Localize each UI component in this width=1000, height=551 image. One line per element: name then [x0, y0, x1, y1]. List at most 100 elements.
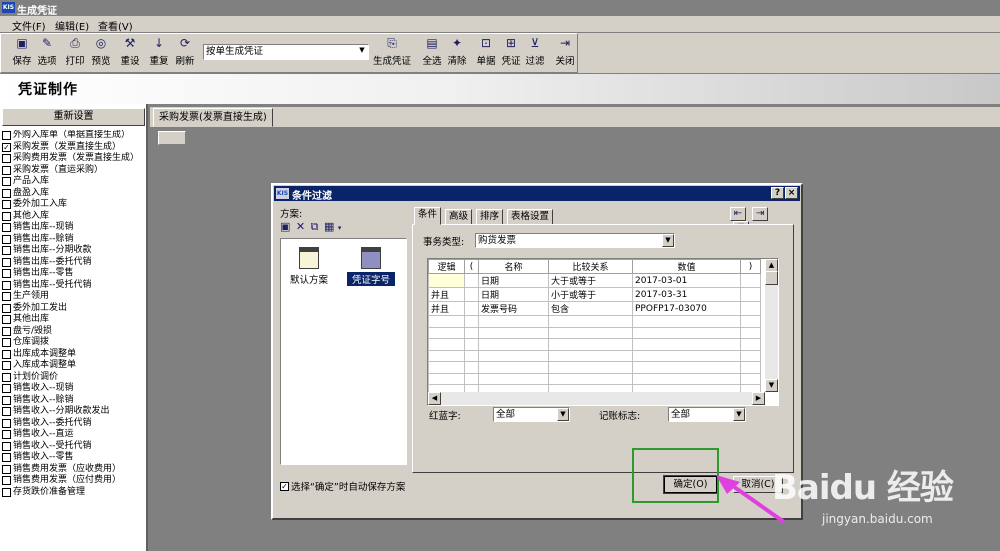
table-row[interactable]: 日期 大于或等于 2017-03-01 [428, 273, 761, 288]
preview-button[interactable]: ◎ 预览 [89, 36, 113, 70]
menu-view[interactable]: 查看(V) [98, 18, 133, 33]
table-cell[interactable] [478, 372, 549, 385]
grid-header[interactable]: ) [740, 259, 761, 274]
sidebar-item[interactable]: 出库成本调整单 [2, 349, 148, 361]
table-cell[interactable] [740, 372, 761, 385]
sidebar-item[interactable]: 外购入库单（单据直接生成） [2, 130, 148, 142]
sidebar-item[interactable]: 其他出库 [2, 314, 148, 326]
table-row[interactable]: 并且 发票号码 包含 PPOFP17-03070 [428, 301, 761, 316]
sidebar-item[interactable]: 销售费用发票（应收费用） [2, 464, 148, 476]
table-cell[interactable] [632, 361, 741, 374]
delete-scheme-icon[interactable]: ✕ [296, 220, 305, 233]
menu-file[interactable]: 文件(F) [12, 18, 46, 33]
table-cell[interactable]: 2017-03-31 [632, 287, 741, 302]
table-cell[interactable] [464, 301, 479, 316]
checkbox[interactable] [2, 349, 11, 359]
table-view-icon[interactable]: ▦ [324, 220, 334, 233]
table-cell[interactable] [428, 315, 465, 328]
menu-edit[interactable]: 编辑(E) [55, 18, 89, 33]
sidebar-item[interactable]: 盘盈入库 [2, 188, 148, 200]
table-cell[interactable] [632, 326, 741, 339]
chevron-down-icon[interactable]: ▼ [733, 408, 745, 421]
checkbox[interactable] [2, 246, 11, 256]
grid-header[interactable]: 逻辑 [428, 259, 465, 274]
table-row[interactable] [428, 372, 761, 385]
reset-button[interactable]: ⚒ 重设 [118, 36, 142, 70]
table-cell[interactable] [632, 315, 741, 328]
checkbox[interactable] [2, 292, 11, 302]
checkbox[interactable] [2, 407, 11, 417]
append-row-icon[interactable]: ⇥ [752, 207, 769, 221]
table-cell[interactable] [478, 349, 549, 362]
clear-button[interactable]: ✦ 清除 [445, 36, 469, 70]
table-cell[interactable] [464, 361, 479, 374]
checkbox[interactable] [2, 154, 11, 164]
checkbox[interactable] [2, 418, 11, 428]
table-row[interactable] [428, 361, 761, 374]
table-cell[interactable]: 小于或等于 [548, 287, 633, 302]
table-cell[interactable] [428, 326, 465, 339]
table-row[interactable] [428, 349, 761, 362]
sidebar-item[interactable]: 销售收入--直运 [2, 429, 148, 441]
sidebar-item[interactable]: 产品入库 [2, 176, 148, 188]
scroll-right-icon[interactable]: ▶ [752, 392, 765, 405]
table-cell[interactable] [548, 315, 633, 328]
table-cell[interactable]: 日期 [478, 273, 549, 288]
repeat-button[interactable]: ↓ 重复 [147, 36, 171, 70]
sidebar-item[interactable]: 销售收入--零售 [2, 452, 148, 464]
document-button[interactable]: ⊡ 单据 [474, 36, 498, 70]
checkbox[interactable] [2, 361, 11, 371]
table-cell[interactable] [428, 349, 465, 362]
scroll-left-icon[interactable]: ◀ [428, 392, 441, 405]
grid-header[interactable]: 比较关系 [548, 259, 633, 274]
table-cell[interactable] [464, 338, 479, 351]
sub-tab[interactable] [158, 131, 186, 145]
table-cell[interactable]: 大于或等于 [548, 273, 633, 288]
table-cell[interactable] [632, 338, 741, 351]
table-cell[interactable]: 日期 [478, 287, 549, 302]
business-type-select[interactable]: 购货发票 ▼ [475, 233, 675, 248]
save-scheme-icon[interactable]: ▣ [280, 220, 290, 233]
checkbox[interactable] [2, 303, 11, 313]
checkbox[interactable] [2, 257, 11, 267]
table-cell[interactable] [464, 349, 479, 362]
table-cell[interactable] [428, 361, 465, 374]
sidebar-item[interactable]: ✓ 采购发票（发票直接生成） [2, 142, 148, 154]
scheme-voucher-number[interactable]: 凭证字号 [347, 247, 395, 286]
table-cell[interactable] [548, 361, 633, 374]
scheme-default[interactable]: 默认方案 [285, 247, 333, 286]
sidebar-item[interactable]: 计划价调价 [2, 372, 148, 384]
options-button[interactable]: ✎ 选项 [35, 36, 59, 70]
autosave-option[interactable]: ✓ 选择“确定”时自动保存方案 [280, 479, 405, 493]
table-cell[interactable]: 发票号码 [478, 301, 549, 316]
reset-settings-button[interactable]: 重新设置 [2, 108, 145, 126]
sidebar-item[interactable]: 销售收入--受托代销 [2, 441, 148, 453]
chevron-down-icon[interactable]: ▼ [662, 234, 674, 247]
print-button[interactable]: ⎙ 打印 [64, 36, 86, 70]
table-cell[interactable] [632, 372, 741, 385]
sidebar-item[interactable]: 仓库调拨 [2, 337, 148, 349]
table-cell[interactable] [740, 301, 761, 316]
table-cell[interactable] [478, 361, 549, 374]
autosave-checkbox[interactable]: ✓ [280, 481, 289, 491]
close-button[interactable]: ⇥ 关闭 [553, 36, 577, 70]
grid-header[interactable]: 数值 [632, 259, 741, 274]
table-cell[interactable] [740, 361, 761, 374]
table-cell[interactable]: PPOFP17-03070 [632, 301, 741, 316]
checkbox[interactable] [2, 395, 11, 405]
sidebar-item[interactable]: 销售出库--受托代销 [2, 280, 148, 292]
checkbox[interactable] [2, 476, 11, 486]
refresh-button[interactable]: ⟳ 刷新 [173, 36, 197, 70]
scroll-down-icon[interactable]: ▼ [765, 379, 778, 392]
table-cell[interactable] [740, 326, 761, 339]
table-cell[interactable] [740, 287, 761, 302]
checkbox[interactable] [2, 430, 11, 440]
table-cell[interactable] [428, 372, 465, 385]
table-cell[interactable]: 包含 [548, 301, 633, 316]
sidebar-item[interactable]: 采购费用发票（发票直接生成） [2, 153, 148, 165]
table-cell[interactable]: 并且 [428, 287, 465, 302]
table-row[interactable] [428, 338, 761, 351]
sidebar-item[interactable]: 销售出库--委托代销 [2, 257, 148, 269]
generate-voucher-button[interactable]: ⎘ 生成凭证 [371, 36, 413, 70]
table-row[interactable] [428, 315, 761, 328]
